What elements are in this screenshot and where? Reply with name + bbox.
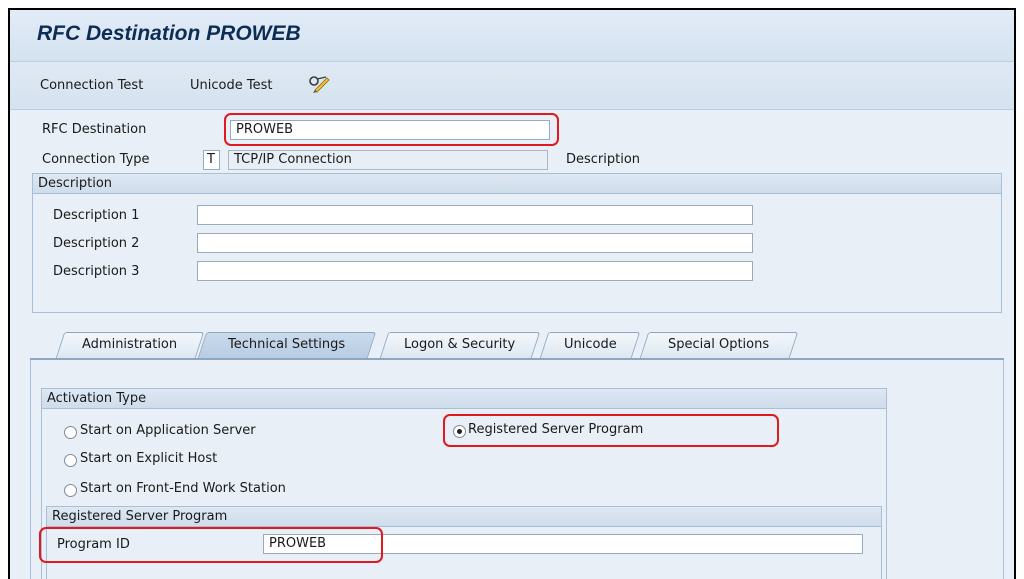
tab-special-options[interactable]: Special Options	[639, 332, 799, 358]
unicode-test-button[interactable]: Unicode Test	[190, 78, 272, 93]
connection-type-code-field[interactable]: T	[203, 150, 220, 170]
activation-type-title: Activation Type	[42, 389, 886, 409]
radio-explicit-host[interactable]	[64, 454, 77, 467]
front-end-work-station-label: Start on Front-End Work Station	[80, 481, 286, 496]
rfc-destination-field[interactable]: PROWEB	[230, 120, 550, 140]
registered-server-program-title: Registered Server Program	[47, 507, 881, 527]
connection-type-label: Connection Type	[42, 152, 150, 167]
description-3-label: Description 3	[53, 264, 140, 279]
activation-type-group: Activation Type Start on Application Ser…	[39, 388, 887, 579]
connection-type-text-field: TCP/IP Connection	[228, 150, 548, 170]
tab-strip: Administration Technical Settings Logon …	[10, 332, 1014, 358]
application-toolbar: Connection Test Unicode Test	[10, 62, 1014, 110]
display-change-icon[interactable]	[307, 74, 331, 94]
explicit-host-label: Start on Explicit Host	[80, 451, 218, 466]
radio-application-server[interactable]	[64, 426, 77, 439]
tab-logon-security[interactable]: Logon & Security	[379, 332, 541, 358]
description-1-label: Description 1	[53, 208, 140, 223]
registered-server-program-label: Registered Server Program	[468, 422, 644, 437]
application-server-label: Start on Application Server	[80, 423, 256, 438]
main-content: RFC Destination PROWEB Connection Type T…	[10, 110, 1014, 579]
sap-window: RFC Destination PROWEB Connection Test U…	[8, 8, 1016, 579]
program-id-label: Program ID	[57, 537, 130, 552]
connection-test-button[interactable]: Connection Test	[40, 78, 143, 93]
title-bar: RFC Destination PROWEB	[10, 10, 1014, 62]
tab-unicode[interactable]: Unicode	[539, 332, 641, 358]
description-2-field[interactable]	[197, 233, 753, 253]
registered-server-program-group: Registered Server Program Program ID PRO…	[39, 506, 882, 579]
description-group: Description Description 1 Description 2 …	[32, 173, 1002, 313]
description-3-field[interactable]	[197, 261, 753, 281]
tab-technical-settings[interactable]: Technical Settings	[197, 332, 377, 358]
program-id-field[interactable]: PROWEB	[263, 534, 863, 554]
rfc-destination-label: RFC Destination	[42, 122, 147, 137]
description-label: Description	[566, 152, 641, 167]
radio-registered-server-program[interactable]	[453, 425, 466, 438]
tab-administration[interactable]: Administration	[55, 332, 205, 358]
description-group-title: Description	[33, 174, 1001, 194]
page-title: RFC Destination PROWEB	[37, 22, 301, 45]
description-2-label: Description 2	[53, 236, 140, 251]
technical-settings-panel: Activation Type Start on Application Ser…	[30, 360, 1004, 579]
radio-front-end-work-station[interactable]	[64, 484, 77, 497]
description-1-field[interactable]	[197, 205, 753, 225]
